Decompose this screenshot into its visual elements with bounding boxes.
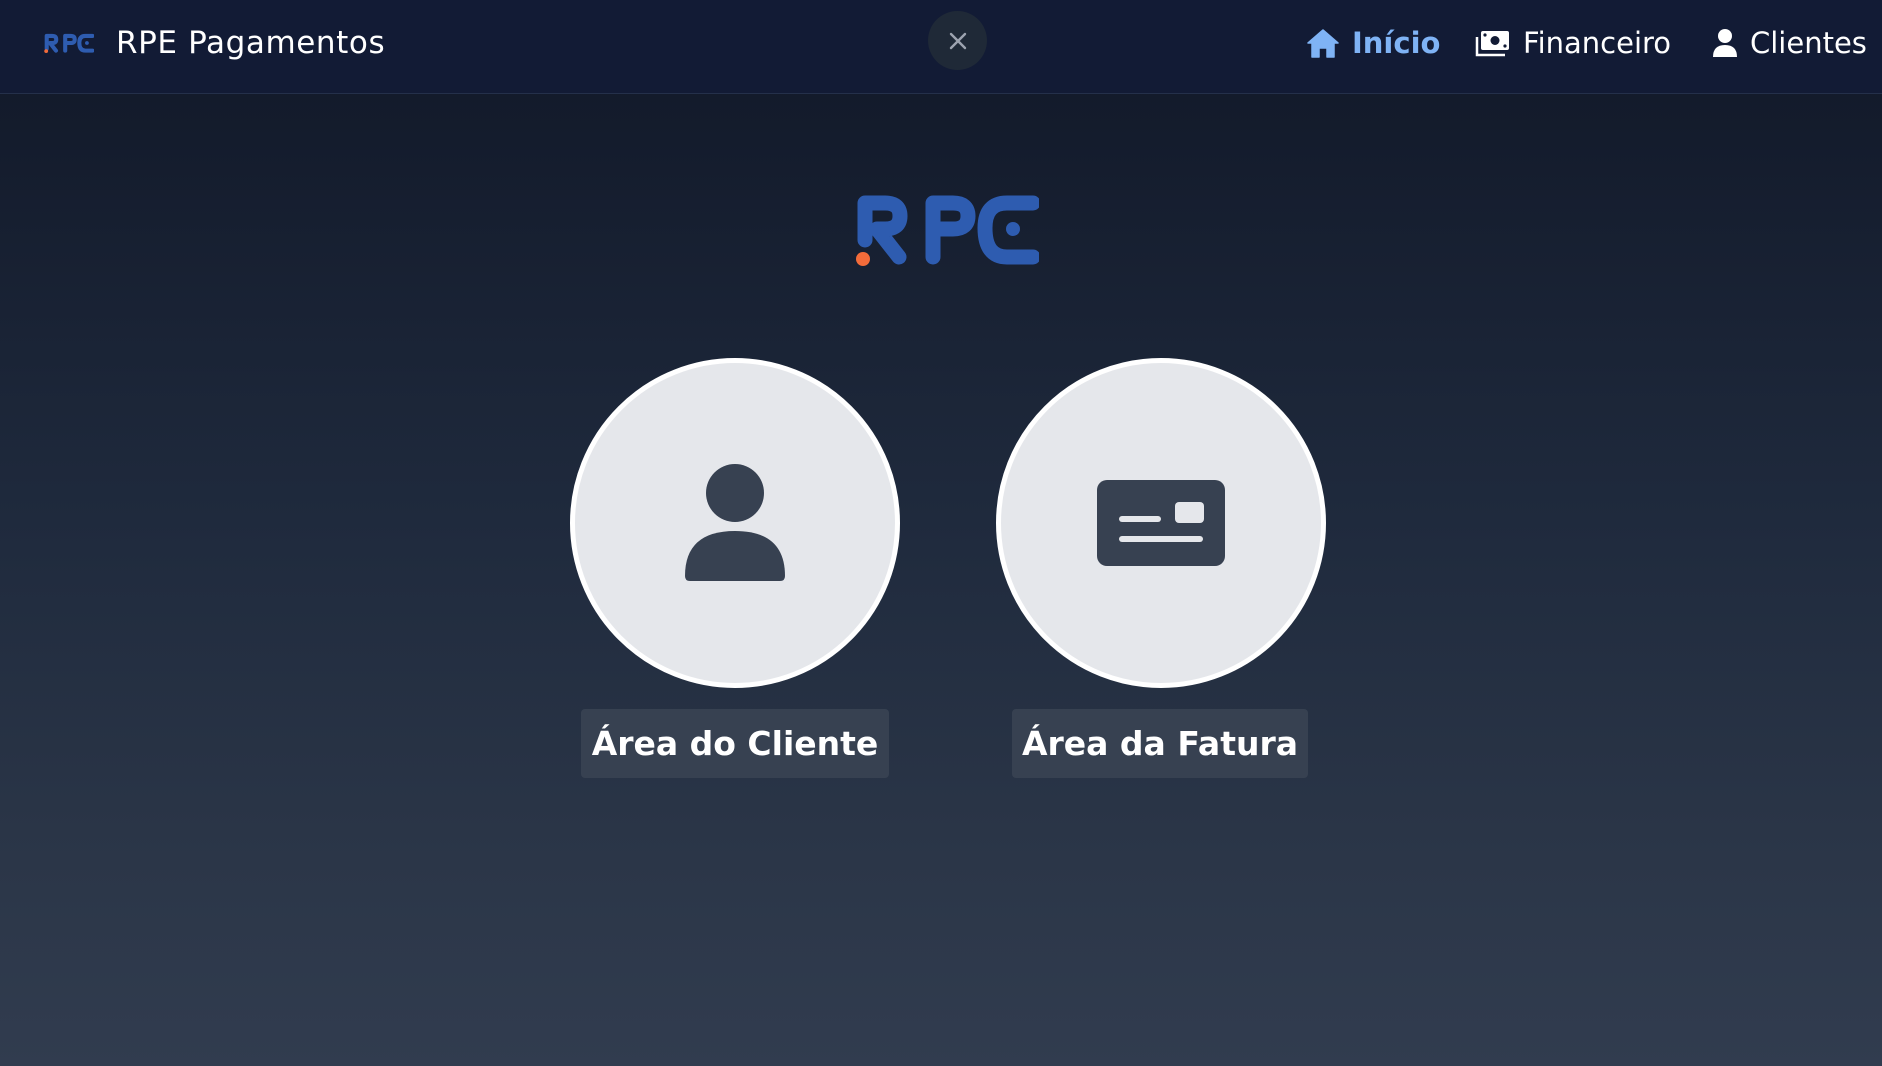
brand[interactable]: RPE Pagamentos [44, 20, 385, 66]
top-navbar: RPE Pagamentos Início Financeiro Cliente… [0, 0, 1882, 94]
user-icon [685, 464, 785, 581]
close-button[interactable] [928, 11, 987, 70]
close-icon [949, 32, 966, 49]
home-icon [1306, 28, 1340, 58]
nav-label-financeiro: Financeiro [1523, 26, 1672, 60]
nav-item-clientes[interactable]: Clientes [1712, 22, 1867, 64]
id-card-icon [1097, 480, 1225, 566]
rpe-logo-icon [44, 33, 94, 54]
nav-item-inicio[interactable]: Início [1306, 22, 1440, 64]
area-cliente-button[interactable]: Área do Cliente [581, 709, 889, 778]
user-icon [1712, 28, 1738, 58]
nav-item-financeiro[interactable]: Financeiro [1475, 22, 1671, 64]
brand-name: RPE Pagamentos [116, 25, 386, 61]
money-bill-icon [1475, 29, 1511, 57]
area-fatura-tile[interactable] [996, 358, 1326, 688]
nav-label-inicio: Início [1352, 26, 1441, 60]
area-cliente-tile[interactable] [570, 358, 900, 688]
nav-label-clientes: Clientes [1750, 26, 1867, 60]
area-fatura-button[interactable]: Área da Fatura [1012, 709, 1308, 778]
rpe-logo [856, 195, 1039, 266]
